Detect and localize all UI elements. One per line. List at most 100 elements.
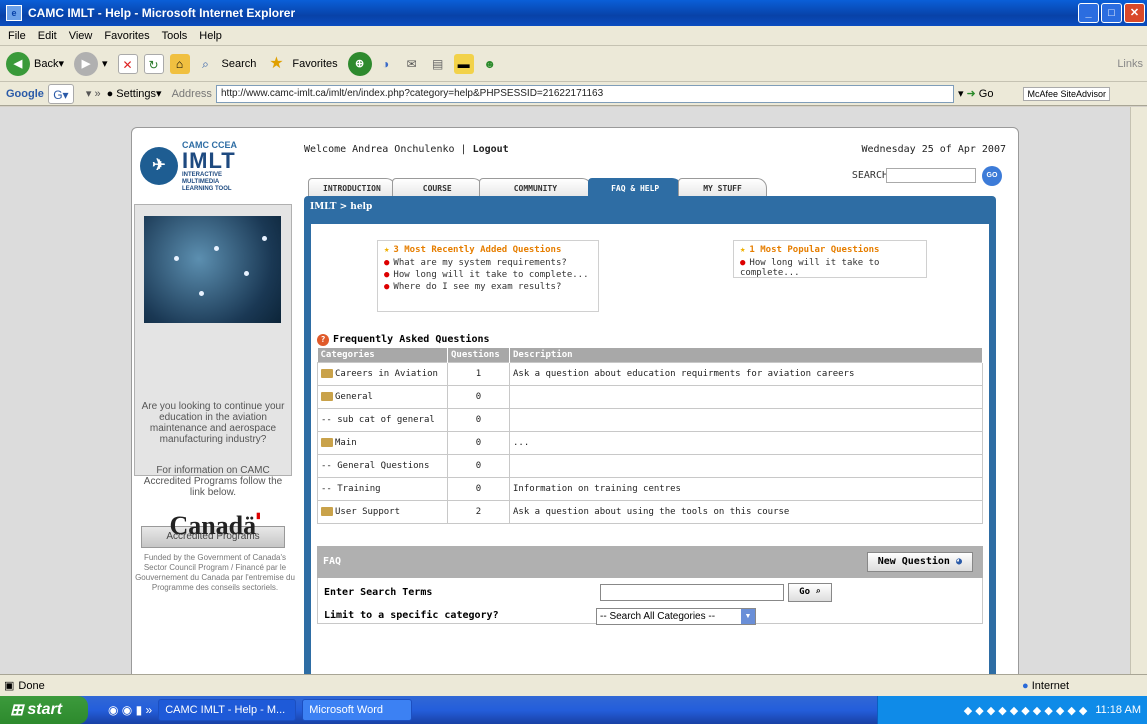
window-title: CAMC IMLT - Help - Microsoft Internet Ex…: [28, 6, 296, 20]
funding-notice: Funded by the Government of Canada's Sec…: [135, 553, 295, 592]
windows-taskbar: ⊞ start ◉ ◉ ▮ » CAMC IMLT - Help - M... M…: [0, 696, 1147, 724]
question-count: 0: [447, 384, 510, 409]
star-icon: ★: [740, 245, 746, 255]
help-icon: ◕: [955, 556, 962, 567]
go-arrow-icon: ➜: [966, 88, 976, 100]
main-tabs: INTRODUCTION COURSE COMMUNITY FAQ & HELP…: [308, 178, 767, 198]
table-row: Careers in Aviation 1 Ask a question abo…: [317, 361, 983, 386]
stop-icon[interactable]: ✕: [117, 53, 138, 74]
faq-categories-table: Categories Questions Description Careers…: [317, 348, 983, 524]
vertical-scrollbar[interactable]: [1130, 107, 1147, 674]
bullet-icon: ●: [384, 258, 390, 268]
tab-faq-help[interactable]: FAQ & HELP: [588, 178, 683, 198]
category-link[interactable]: -- Training: [317, 476, 448, 501]
main-panel: IMLT > help ★ 3 Most Recently Added Quest…: [304, 196, 996, 674]
page-header: Welcome Andrea Onchulenko | Logout Wedne…: [304, 134, 1014, 198]
close-button[interactable]: ✕: [1124, 3, 1145, 23]
imlt-logo[interactable]: ✈ CAMC CCEA IMLT INTERACTIVE MULTIMEDIA …: [140, 134, 300, 198]
history-icon[interactable]: ◑: [376, 54, 396, 74]
quick-launch-icons[interactable]: ◉ ◉ ▮ »: [108, 703, 152, 717]
site-search-label: SEARCH: [851, 170, 888, 181]
forward-button[interactable]: ▶ ▾: [74, 51, 108, 76]
mail-icon[interactable]: ✉: [402, 54, 422, 74]
google-search-dropdown[interactable]: G▾: [47, 83, 74, 104]
back-arrow-icon: ◀: [6, 51, 30, 76]
star-icon: ★: [384, 245, 390, 255]
search-terms-label: Enter Search Terms: [324, 587, 433, 598]
messenger-icon[interactable]: ☻: [480, 54, 500, 74]
media-icon[interactable]: ⊕: [347, 51, 372, 76]
tab-course[interactable]: COURSE: [391, 178, 483, 198]
bullet-icon: ●: [384, 270, 390, 280]
search-terms-input[interactable]: [600, 584, 784, 601]
edit-icon[interactable]: ▬: [453, 53, 474, 74]
logout-link[interactable]: Logout: [473, 144, 509, 155]
tray-icons[interactable]: ◆ ◆ ◆ ◆ ◆ ◆ ◆ ◆ ◆ ◆ ◆: [964, 704, 1088, 717]
category-link[interactable]: User Support: [317, 499, 448, 524]
address-input[interactable]: http://www.camc-imlt.ca/imlt/en/index.ph…: [215, 84, 954, 103]
question-count: 0: [447, 407, 510, 432]
new-question-button[interactable]: New Question ◕: [866, 552, 973, 572]
table-row: Main 0 ...: [317, 430, 983, 455]
minimize-button[interactable]: _: [1078, 3, 1099, 23]
table-row: User Support 2 Ask a question about usin…: [317, 499, 983, 524]
recent-question-link[interactable]: What are my system requirements?: [393, 258, 566, 268]
limit-category-label: Limit to a specific category?: [324, 610, 499, 621]
recent-question-link[interactable]: How long will it take to complete...: [393, 270, 588, 280]
menu-edit[interactable]: Edit: [38, 30, 57, 42]
faq-search-form: Enter Search Terms Go ⌕ Limit to a speci…: [317, 578, 983, 625]
column-header: Questions: [447, 348, 510, 362]
search-button[interactable]: ⌕ Search: [196, 54, 256, 74]
menu-view[interactable]: View: [69, 30, 93, 42]
folder-icon: [321, 368, 333, 378]
menu-help[interactable]: Help: [199, 30, 222, 42]
google-toolbar-logo[interactable]: Google: [6, 88, 44, 100]
column-header: Categories: [317, 348, 448, 362]
popular-question-link[interactable]: How long will it take to complete...: [740, 258, 879, 278]
category-select[interactable]: ▼ -- Search All Categories --: [596, 608, 756, 625]
faq-search-go-button[interactable]: Go ⌕: [788, 583, 832, 602]
favorites-button[interactable]: ★ Favorites: [266, 54, 337, 74]
faq-heading: ? Frequently Asked Questions: [317, 334, 490, 346]
print-icon[interactable]: ▤: [428, 54, 448, 74]
category-description: Information on training centres: [509, 476, 983, 501]
system-tray: ◆ ◆ ◆ ◆ ◆ ◆ ◆ ◆ ◆ ◆ ◆ 11:18 AM: [877, 696, 1147, 724]
category-link[interactable]: General: [317, 384, 448, 409]
category-link[interactable]: Careers in Aviation: [317, 361, 448, 386]
category-link[interactable]: -- sub cat of general: [317, 407, 448, 432]
site-search-go-button[interactable]: GO: [982, 166, 1002, 186]
taskbar-item-ie[interactable]: CAMC IMLT - Help - M...: [158, 699, 297, 721]
category-link[interactable]: -- General Questions: [317, 453, 448, 478]
browser-toolbar: ◀ Back ▾ ▶ ▾ ✕ ↻ ⌂ ⌕ Search ★ Favorites ⊕ ◑…: [0, 46, 1147, 82]
maple-flag-icon: ▮: [256, 511, 261, 520]
toolbar-expand-icon[interactable]: ▾ »: [86, 87, 101, 100]
links-label[interactable]: Links: [1117, 58, 1143, 70]
table-row: -- General Questions 0: [317, 453, 983, 478]
settings-menu[interactable]: ● Settings▾: [107, 87, 162, 100]
taskbar-item-word[interactable]: Microsoft Word: [302, 699, 413, 721]
home-icon[interactable]: ⌂: [169, 53, 190, 74]
back-button[interactable]: ◀ Back ▾: [6, 51, 64, 76]
welcome-text: Welcome Andrea Onchulenko | Logout: [304, 144, 509, 155]
category-link[interactable]: Main: [317, 430, 448, 455]
address-go-button[interactable]: ▾ ➜ Go: [958, 87, 994, 100]
tab-introduction[interactable]: INTRODUCTION: [308, 178, 396, 198]
question-count: 0: [447, 453, 510, 478]
menu-tools[interactable]: Tools: [162, 30, 188, 42]
status-bar: ▣ Done ● Internet: [0, 674, 1147, 696]
search-icon: ⌕: [202, 56, 209, 71]
window-titlebar: e CAMC IMLT - Help - Microsoft Internet …: [0, 0, 1147, 26]
category-description: ...: [509, 430, 983, 455]
start-button[interactable]: ⊞ start: [0, 696, 88, 724]
tab-community[interactable]: COMMUNITY: [478, 178, 593, 198]
recent-question-link[interactable]: Where do I see my exam results?: [393, 282, 561, 292]
maximize-button[interactable]: □: [1101, 3, 1122, 23]
column-header: Description: [509, 348, 983, 362]
mcafee-siteadvisor-button[interactable]: McAfee SiteAdvisor: [1023, 86, 1111, 101]
site-search-input[interactable]: [886, 168, 976, 183]
refresh-icon[interactable]: ↻: [143, 53, 164, 74]
category-description: Ask a question about education requirmen…: [509, 361, 983, 386]
menu-favorites[interactable]: Favorites: [104, 30, 149, 42]
menu-file[interactable]: File: [8, 30, 26, 42]
tab-my-stuff[interactable]: MY STUFF: [678, 178, 767, 198]
